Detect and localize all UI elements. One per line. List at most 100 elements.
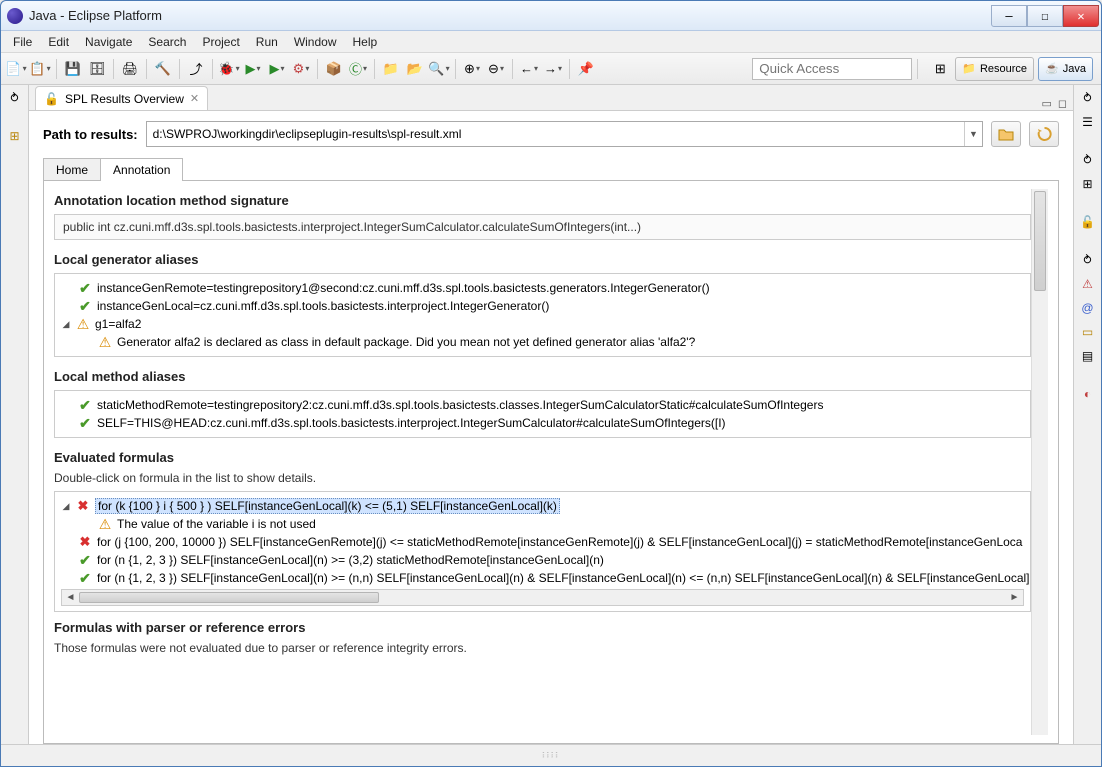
right-trim-stack: ⥁ ☰ ⥁ ⊞ 🔓 ⥁ ⚠ @ ▭ ▤ ◐ bbox=[1073, 85, 1101, 744]
expander-icon[interactable]: ◢ bbox=[61, 319, 71, 330]
method-tree[interactable]: staticMethodRemote=testingrepository2:cz… bbox=[54, 390, 1031, 438]
forward-button[interactable]: → bbox=[542, 58, 564, 80]
tab-spl-results[interactable]: 🔓 SPL Results Overview ✕ bbox=[35, 86, 208, 110]
minimize-view-icon[interactable]: ▭ bbox=[1041, 97, 1051, 110]
restore-bottom-icon[interactable]: ⥁ bbox=[1078, 251, 1098, 269]
search-button[interactable]: 🔍 bbox=[428, 58, 450, 80]
pin-button[interactable]: 📌 bbox=[575, 58, 597, 80]
err-icon bbox=[75, 498, 91, 514]
window-title: Java - Eclipse Platform bbox=[29, 8, 991, 23]
open-folder-button[interactable]: 📁 bbox=[380, 58, 402, 80]
gen-item: ◢g1=alfa2 bbox=[61, 315, 1024, 333]
restore-right-icon[interactable]: ⥁ bbox=[1078, 89, 1098, 107]
new-wizard-button[interactable]: 📋 bbox=[29, 58, 51, 80]
open-perspective-button[interactable]: ⊞ bbox=[929, 58, 951, 80]
menu-run[interactable]: Run bbox=[248, 33, 286, 51]
run-button[interactable]: ▶ bbox=[242, 58, 264, 80]
print-button[interactable]: 🖨 bbox=[119, 58, 141, 80]
warn-icon bbox=[75, 316, 91, 332]
path-input[interactable] bbox=[147, 122, 964, 146]
console-icon[interactable]: ▤ bbox=[1078, 347, 1098, 365]
menu-project[interactable]: Project bbox=[194, 33, 247, 51]
ok-icon bbox=[77, 415, 93, 431]
menu-file[interactable]: File bbox=[5, 33, 40, 51]
meth-item: staticMethodRemote=testingrepository2:cz… bbox=[61, 396, 1024, 414]
menu-search[interactable]: Search bbox=[140, 33, 194, 51]
signature-box: public int cz.cuni.mff.d3s.spl.tools.bas… bbox=[54, 214, 1031, 240]
subtab-home[interactable]: Home bbox=[43, 158, 100, 181]
tab-title: SPL Results Overview bbox=[65, 92, 184, 106]
progress-icon[interactable]: ◐ bbox=[1078, 385, 1098, 403]
debug-button[interactable]: 🐞 bbox=[218, 58, 240, 80]
run-last-button[interactable]: ▶ bbox=[266, 58, 288, 80]
minimize-button[interactable]: — bbox=[991, 5, 1027, 27]
back-button[interactable]: ← bbox=[518, 58, 540, 80]
ok-icon bbox=[77, 570, 93, 586]
annotation-prev-button[interactable]: ⊖ bbox=[485, 58, 507, 80]
heading-formulas: Evaluated formulas bbox=[54, 450, 1031, 465]
menu-navigate[interactable]: Navigate bbox=[77, 33, 140, 51]
statusbar: ፧፧፧፧ bbox=[1, 744, 1101, 766]
save-button[interactable]: 💾 bbox=[62, 58, 84, 80]
gen-item: instanceGenRemote=testingrepository1@sec… bbox=[61, 279, 1024, 297]
open-type-button[interactable]: 📂 bbox=[404, 58, 426, 80]
perspective-java[interactable]: ☕Java bbox=[1038, 57, 1093, 81]
formula-item: for (n {1, 2, 3 }) SELF[instanceGenLocal… bbox=[61, 569, 1024, 587]
problems-icon[interactable]: ⚠ bbox=[1078, 275, 1098, 293]
heading-parse-errors: Formulas with parser or reference errors bbox=[54, 620, 1031, 635]
formula-item: ◢for (k {100 } i { 500 } ) SELF[instance… bbox=[61, 497, 1024, 515]
external-tools-button[interactable]: ⚙ bbox=[290, 58, 312, 80]
new-button[interactable]: 📄 bbox=[5, 58, 27, 80]
menu-edit[interactable]: Edit bbox=[40, 33, 77, 51]
horizontal-scrollbar[interactable]: ◄► bbox=[61, 589, 1024, 606]
parse-error-hint: Those formulas were not evaluated due to… bbox=[54, 641, 1031, 655]
ok-icon bbox=[77, 397, 93, 413]
maximize-view-icon[interactable]: ◻ bbox=[1058, 97, 1067, 110]
close-tab-icon[interactable]: ✕ bbox=[190, 92, 199, 105]
spl-icon[interactable]: 🔓 bbox=[1078, 213, 1098, 231]
new-type-button[interactable]: Ⓒ bbox=[347, 58, 369, 80]
declaration-icon[interactable]: ▭ bbox=[1078, 323, 1098, 341]
save-all-button[interactable]: 🗄 bbox=[86, 58, 108, 80]
perspective-resource[interactable]: 📁Resource bbox=[955, 57, 1034, 81]
grip-icon[interactable]: ፧፧፧፧ bbox=[542, 750, 559, 761]
menu-window[interactable]: Window bbox=[286, 33, 345, 51]
vertical-scrollbar[interactable] bbox=[1031, 189, 1048, 735]
menu-help[interactable]: Help bbox=[345, 33, 386, 51]
editor-tab-row: 🔓 SPL Results Overview ✕ ▭ ◻ bbox=[29, 85, 1073, 111]
new-package-button[interactable]: 📦 bbox=[323, 58, 345, 80]
left-trim-stack: ⥁ ⊞ bbox=[1, 85, 29, 744]
path-dropdown-icon[interactable]: ▼ bbox=[964, 122, 982, 146]
main-toolbar: 📄 📋 💾 🗄 🖨 🔨 ⤴ 🐞 ▶ ▶ ⚙ 📦 Ⓒ 📁 📂 🔍 ⊕ ⊖ ← → … bbox=[1, 53, 1101, 85]
meth-item: SELF=THIS@HEAD:cz.cuni.mff.d3s.spl.tools… bbox=[61, 414, 1024, 432]
gen-item-child: Generator alfa2 is declared as class in … bbox=[61, 333, 1024, 351]
subtab-annotation[interactable]: Annotation bbox=[100, 158, 183, 181]
refresh-button[interactable] bbox=[1029, 121, 1059, 147]
menubar: File Edit Navigate Search Project Run Wi… bbox=[1, 31, 1101, 53]
formula-hint: Double-click on formula in the list to s… bbox=[54, 471, 1031, 485]
titlebar[interactable]: Java - Eclipse Platform — ☐ ✕ bbox=[1, 1, 1101, 31]
task-list-icon[interactable]: ⊞ bbox=[1078, 175, 1098, 193]
formula-tree[interactable]: ◢for (k {100 } i { 500 } ) SELF[instance… bbox=[54, 491, 1031, 612]
maximize-button[interactable]: ☐ bbox=[1027, 5, 1063, 27]
gen-item: instanceGenLocal=cz.cuni.mff.d3s.spl.too… bbox=[61, 297, 1024, 315]
restore-left-icon[interactable]: ⥁ bbox=[5, 89, 25, 107]
browse-button[interactable] bbox=[991, 121, 1021, 147]
path-label: Path to results: bbox=[43, 127, 138, 142]
restore-right2-icon[interactable]: ⥁ bbox=[1078, 151, 1098, 169]
debug-skip-button[interactable]: ⤴ bbox=[185, 58, 207, 80]
generator-tree[interactable]: instanceGenRemote=testingrepository1@sec… bbox=[54, 273, 1031, 357]
annotation-nav-button[interactable]: ⊕ bbox=[461, 58, 483, 80]
ok-icon bbox=[77, 280, 93, 296]
build-button[interactable]: 🔨 bbox=[152, 58, 174, 80]
folder-icon bbox=[998, 127, 1014, 141]
path-combo[interactable]: ▼ bbox=[146, 121, 983, 147]
package-explorer-icon[interactable]: ⊞ bbox=[5, 127, 25, 145]
outline-icon[interactable]: ☰ bbox=[1078, 113, 1098, 131]
close-button[interactable]: ✕ bbox=[1063, 5, 1099, 27]
ok-icon bbox=[77, 552, 93, 568]
formula-item: for (j {100, 200, 10000 }) SELF[instance… bbox=[61, 533, 1024, 551]
quick-access-input[interactable] bbox=[752, 58, 912, 80]
expander-icon[interactable]: ◢ bbox=[61, 501, 71, 512]
javadoc-icon[interactable]: @ bbox=[1078, 299, 1098, 317]
